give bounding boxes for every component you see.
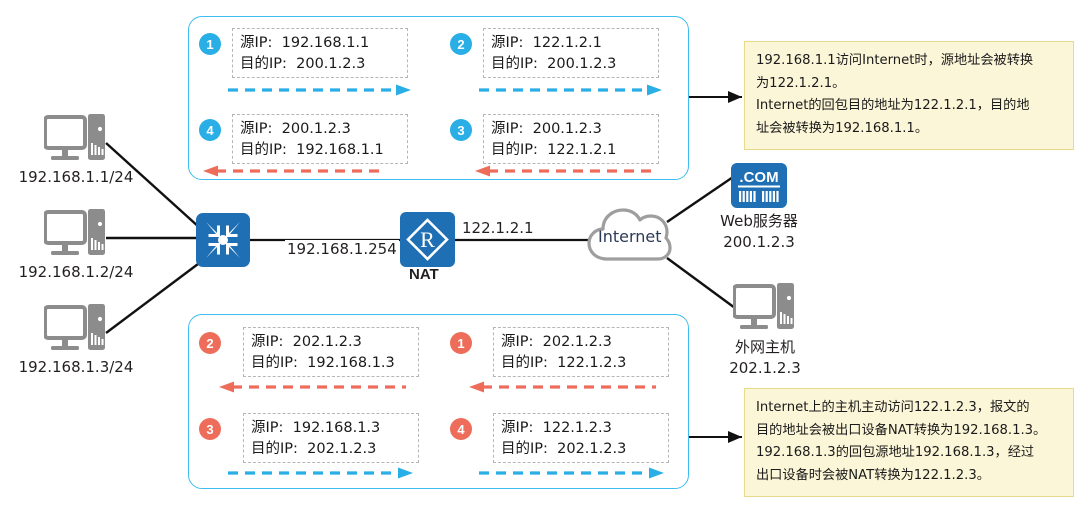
callout-line: Internet的回包目的地址为122.1.2.1，目的地 [756,98,1030,114]
flow-arrow-right [479,467,669,479]
callout-line: 为122.1.2.1。 [756,75,846,91]
external-host-name: 外网主机 [734,338,795,356]
svg-text:.COM: .COM [739,169,778,186]
callout-line: 目的地址会被出口设备NAT转换为192.168.1.3。 [756,422,1047,438]
src-ip-label: 源IP: [501,334,534,350]
src-ip-label: 源IP: [251,334,284,350]
outside-interface-label: 122.1.2.1 [460,219,536,237]
dst-ip-label: 目的IP: [240,141,287,158]
src-ip-value: 202.1.2.3 [542,334,612,350]
pc-icon [44,303,108,355]
callout-line: 出口设备时会被NAT转换为122.1.2.3。 [756,468,990,484]
src-ip-label: 源IP: [491,121,524,137]
dst-ip-label: 目的IP: [501,440,548,457]
src-ip-label: 源IP: [240,121,273,137]
host-1-label: 192.168.1.1/24 [18,168,134,186]
dst-ip-label: 目的IP: [251,354,298,371]
src-ip-value: 122.1.2.1 [532,35,602,51]
src-ip-value: 200.1.2.3 [281,121,351,137]
callout-line: Internet上的主机主动访问122.1.2.3，报文的 [756,400,1030,415]
callout-line: 192.168.1.1访问Internet时，源地址会被转换 [756,53,1034,68]
dst-ip-value: 122.1.2.1 [547,141,617,158]
pc-icon [733,282,797,334]
flow-arrow-left [216,381,406,393]
src-ip-label: 源IP: [501,420,534,436]
packet-step-badge: 1 [199,33,221,55]
callout-bottom: Internet上的主机主动访问122.1.2.3，报文的 目的地址会被出口设备… [744,388,1074,497]
src-ip-value: 192.168.1.3 [292,420,381,436]
dst-ip-label: 目的IP: [240,55,287,72]
web-server-address: 200.1.2.3 [723,233,795,251]
dst-ip-value: 192.168.1.1 [296,141,384,158]
diagram-canvas: 192.168.1.1/24 192.168.1.2/24 192.168.1.… [0,0,1080,518]
callout-line: 192.168.1.3的回包源地址192.168.1.3，经过 [756,445,1035,461]
packet-step-badge: 1 [450,332,472,354]
server-icon: .COM [731,163,787,208]
src-ip-label: 源IP: [491,35,524,51]
dst-ip-value: 200.1.2.3 [296,55,366,72]
packet-card: 源IP: 200.1.2.3 目的IP: 192.168.1.1 [232,114,408,165]
inside-interface-label: 192.168.1.254 [285,240,399,258]
external-host-address: 202.1.2.3 [729,359,801,377]
dst-ip-label: 目的IP: [491,141,538,158]
host-3-label: 192.168.1.3/24 [18,358,134,376]
flow-arrow-left [200,165,386,177]
src-ip-value: 122.1.2.3 [542,420,612,436]
flow-arrow-right [228,84,414,96]
packet-card: 源IP: 192.168.1.3 目的IP: 202.1.2.3 [243,413,419,464]
dst-ip-value: 202.1.2.3 [307,440,377,457]
packet-card: 源IP: 202.1.2.3 目的IP: 122.1.2.3 [493,327,669,378]
switch-icon [196,213,250,267]
src-ip-label: 源IP: [240,35,273,51]
flow-arrow-right [228,467,418,479]
packet-step-badge: 4 [199,119,221,141]
packet-step-badge: 4 [450,418,472,440]
host-2-label: 192.168.1.2/24 [18,263,134,281]
router-icon: R [400,212,455,267]
packet-card: 源IP: 122.1.2.1 目的IP: 200.1.2.3 [483,28,659,79]
src-ip-value: 200.1.2.3 [532,121,602,137]
dst-ip-label: 目的IP: [501,354,548,371]
packet-card: 源IP: 202.1.2.3 目的IP: 192.168.1.3 [243,327,419,378]
src-ip-label: 源IP: [251,420,284,436]
dst-ip-value: 192.168.1.3 [307,354,395,371]
callout-top: 192.168.1.1访问Internet时，源地址会被转换 为122.1.2.… [744,41,1074,150]
packet-step-badge: 3 [199,418,221,440]
packet-card: 源IP: 200.1.2.3 目的IP: 122.1.2.1 [483,114,659,165]
pc-icon [44,208,108,260]
packet-step-badge: 2 [199,332,221,354]
svg-text:R: R [420,227,435,252]
packet-card: 源IP: 192.168.1.1 目的IP: 200.1.2.3 [232,28,408,79]
pc-icon [44,113,108,165]
flow-arrow-right [479,84,665,96]
dst-ip-value: 122.1.2.3 [557,354,627,371]
dst-ip-label: 目的IP: [491,55,538,72]
internet-label: Internet [598,227,662,246]
src-ip-value: 202.1.2.3 [292,334,362,350]
flow-arrow-left [466,381,656,393]
packet-step-badge: 2 [450,33,472,55]
web-server-name: Web服务器 [720,212,798,230]
dst-ip-label: 目的IP: [251,440,298,457]
callout-line: 址会被转换为192.168.1.1。 [756,121,929,137]
nat-device-label: NAT [409,266,439,283]
packet-card: 源IP: 122.1.2.3 目的IP: 202.1.2.3 [493,413,669,464]
src-ip-value: 192.168.1.1 [281,35,370,51]
dst-ip-value: 202.1.2.3 [557,440,627,457]
dst-ip-value: 200.1.2.3 [547,55,617,72]
packet-step-badge: 3 [450,119,472,141]
flow-arrow-left [472,165,658,177]
